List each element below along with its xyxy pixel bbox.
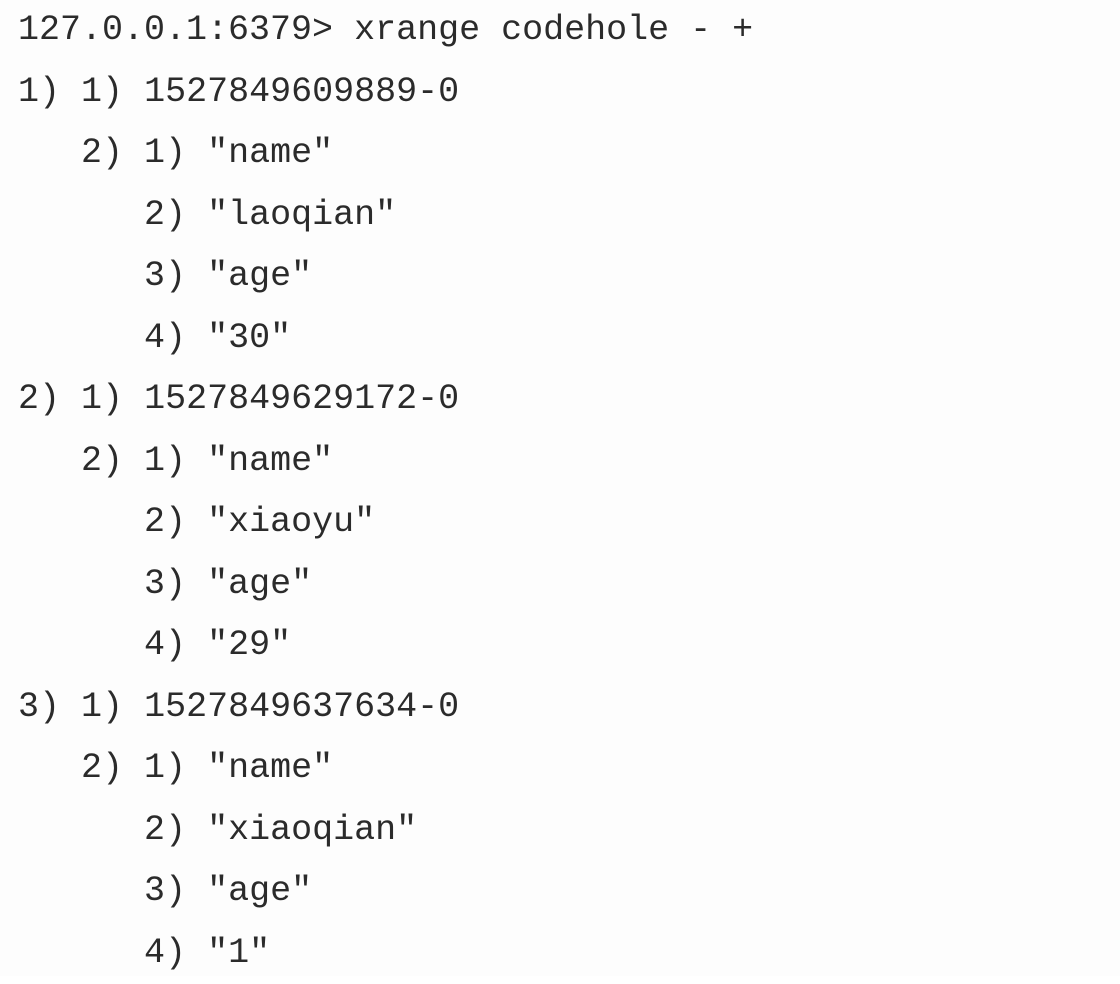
spacer — [123, 687, 144, 727]
spacer — [186, 256, 207, 296]
indent — [18, 871, 144, 911]
entry-index: 3) — [18, 687, 60, 727]
indent — [18, 625, 144, 665]
indent — [18, 256, 144, 296]
spacer — [186, 564, 207, 604]
spacer — [186, 318, 207, 358]
entry-id: 1527849637634-0 — [144, 687, 459, 727]
command-line: 127.0.0.1:6379> xrange codehole - + — [18, 0, 753, 62]
spacer — [186, 625, 207, 665]
field-value: "29" — [207, 625, 291, 665]
field-line: 2) 1) "name" — [18, 431, 333, 493]
indent — [18, 748, 81, 788]
field-line: 2) "xiaoqian" — [18, 800, 417, 862]
indent — [18, 564, 144, 604]
entry-id: 1527849609889-0 — [144, 72, 459, 112]
prompt: 127.0.0.1:6379> — [18, 10, 333, 50]
field-line: 3) "age" — [18, 861, 312, 923]
field-value: "name" — [207, 441, 333, 481]
field-index: 3) — [144, 564, 186, 604]
spacer — [186, 133, 207, 173]
field-line: 4) "30" — [18, 308, 291, 370]
spacer — [60, 72, 81, 112]
indent — [18, 441, 81, 481]
field-value: "1" — [207, 933, 270, 973]
field-index: 3) — [144, 256, 186, 296]
field-index: 2) — [144, 195, 186, 235]
indent — [18, 810, 144, 850]
field-line: 3) "age" — [18, 554, 312, 616]
id-index: 1) — [81, 379, 123, 419]
fields-index: 2) — [81, 748, 123, 788]
fields-index: 2) — [81, 441, 123, 481]
spacer — [186, 502, 207, 542]
field-index: 4) — [144, 318, 186, 358]
spacer — [123, 379, 144, 419]
field-value: "age" — [207, 564, 312, 604]
command-text: xrange codehole - + — [354, 10, 753, 50]
field-index: 1) — [144, 748, 186, 788]
field-line: 2) "laoqian" — [18, 185, 396, 247]
field-line: 2) "xiaoyu" — [18, 492, 375, 554]
field-index: 4) — [144, 933, 186, 973]
field-value: "name" — [207, 133, 333, 173]
entry-id-line: 2) 1) 1527849629172-0 — [18, 369, 459, 431]
terminal-window[interactable]: 127.0.0.1:6379> xrange codehole - + 1) 1… — [0, 0, 1120, 976]
fields-index: 2) — [81, 133, 123, 173]
spacer — [186, 441, 207, 481]
indent — [18, 933, 144, 973]
field-index: 1) — [144, 133, 186, 173]
field-index: 2) — [144, 810, 186, 850]
id-index: 1) — [81, 687, 123, 727]
field-value: "xiaoyu" — [207, 502, 375, 542]
spacer — [186, 933, 207, 973]
spacer — [123, 133, 144, 173]
entry-id: 1527849629172-0 — [144, 379, 459, 419]
spacer — [186, 810, 207, 850]
spacer — [186, 748, 207, 788]
field-index: 1) — [144, 441, 186, 481]
field-line: 4) "29" — [18, 615, 291, 677]
field-value: "name" — [207, 748, 333, 788]
entry-index: 2) — [18, 379, 60, 419]
entry-id-line: 3) 1) 1527849637634-0 — [18, 677, 459, 739]
field-index: 3) — [144, 871, 186, 911]
id-index: 1) — [81, 72, 123, 112]
field-index: 4) — [144, 625, 186, 665]
spacer — [186, 871, 207, 911]
spacer — [123, 748, 144, 788]
indent — [18, 502, 144, 542]
indent — [18, 195, 144, 235]
entry-index: 1) — [18, 72, 60, 112]
field-line: 2) 1) "name" — [18, 738, 333, 800]
spacer — [60, 687, 81, 727]
field-value: "age" — [207, 256, 312, 296]
field-value: "30" — [207, 318, 291, 358]
spacer — [60, 379, 81, 419]
field-index: 2) — [144, 502, 186, 542]
field-value: "age" — [207, 871, 312, 911]
field-line: 4) "1" — [18, 923, 270, 984]
spacer — [123, 441, 144, 481]
indent — [18, 133, 81, 173]
spacer — [186, 195, 207, 235]
field-value: "laoqian" — [207, 195, 396, 235]
field-value: "xiaoqian" — [207, 810, 417, 850]
entry-id-line: 1) 1) 1527849609889-0 — [18, 62, 459, 124]
spacer — [123, 72, 144, 112]
field-line: 3) "age" — [18, 246, 312, 308]
indent — [18, 318, 144, 358]
field-line: 2) 1) "name" — [18, 123, 333, 185]
